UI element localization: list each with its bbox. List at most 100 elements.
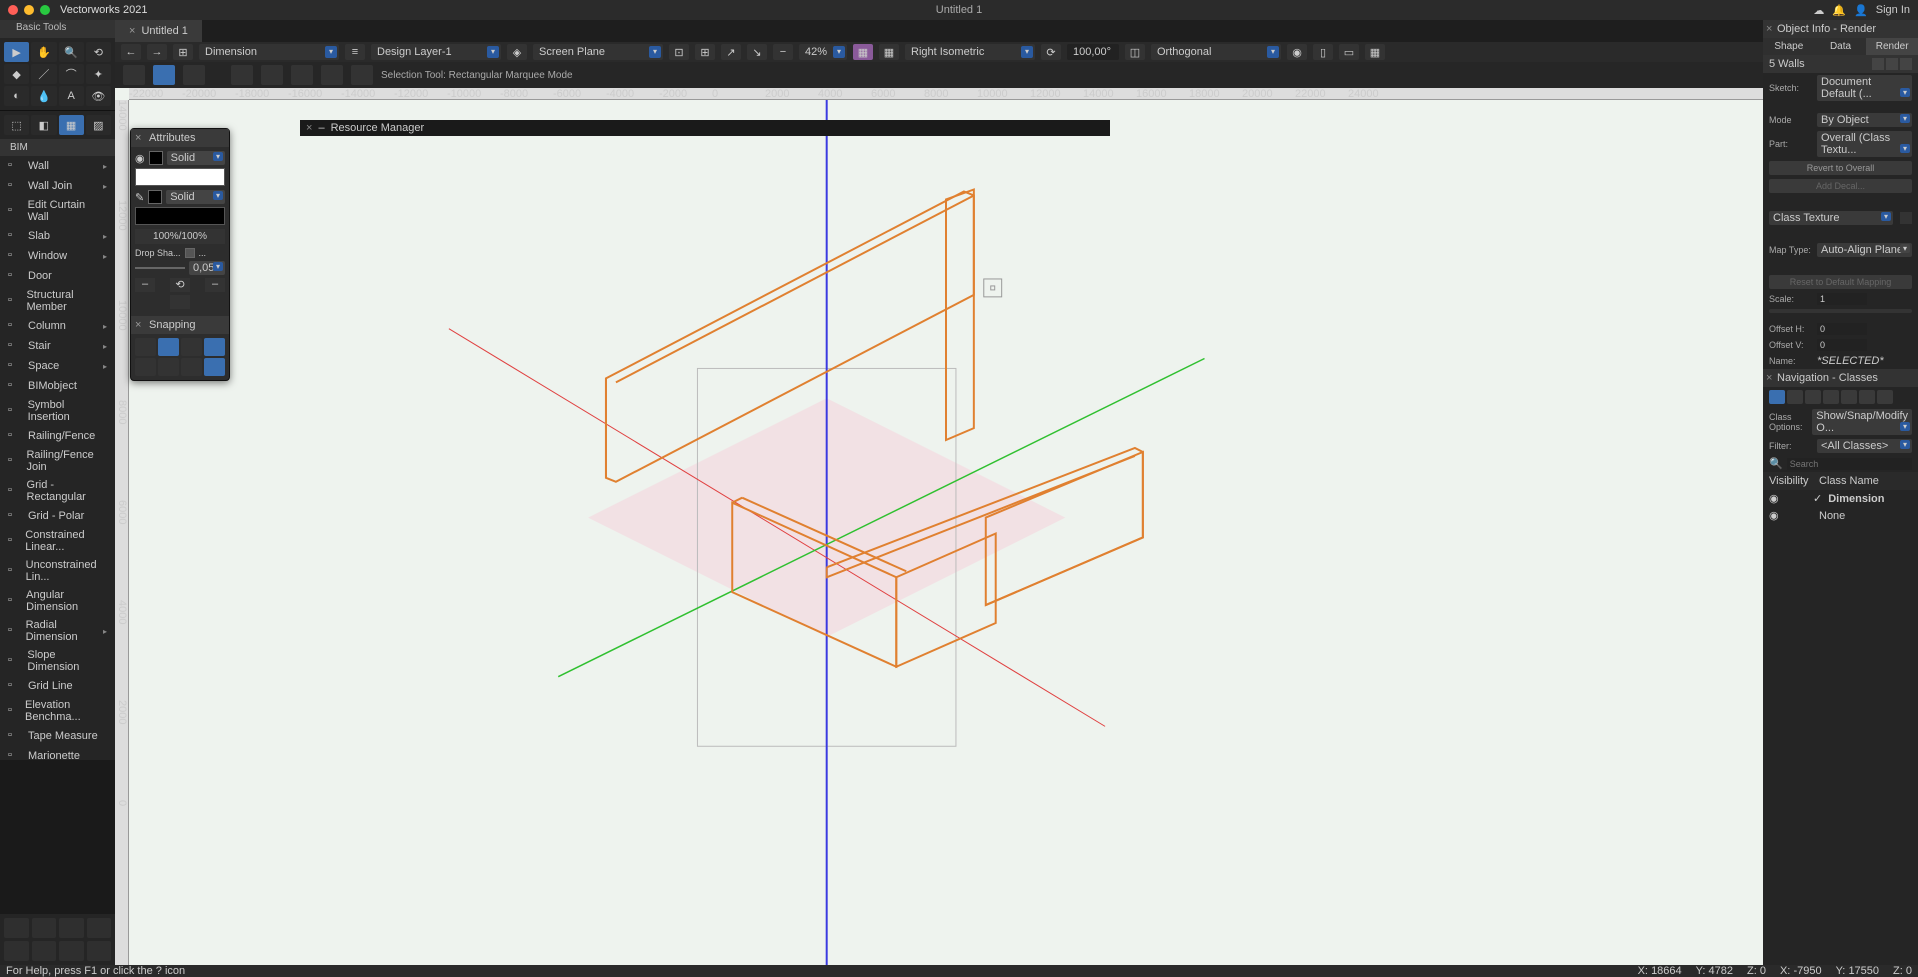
snap-6[interactable] — [158, 358, 179, 376]
tab-data[interactable]: Data — [1815, 38, 1867, 55]
bim-item[interactable]: ▫Stair▸ — [0, 336, 115, 356]
mini-3[interactable]: ▦ — [59, 115, 84, 135]
arrow-start[interactable]: – — [135, 278, 155, 292]
bim-item[interactable]: ▫Tape Measure — [0, 726, 115, 746]
link-icon[interactable]: ⟲ — [170, 278, 190, 292]
snap-8[interactable] — [204, 358, 225, 376]
class-row[interactable]: ◉✓Dimension — [1763, 490, 1918, 507]
offset-h-input[interactable] — [1817, 323, 1867, 335]
fit-icon[interactable]: ⊡ — [669, 44, 689, 60]
visibility-icon[interactable]: ◉ — [1769, 492, 1781, 505]
mode-dd[interactable]: By Object▾ — [1817, 113, 1912, 127]
opacity-display[interactable]: 100%/100% — [135, 229, 225, 244]
bim-item[interactable]: ▫Structural Member — [0, 286, 115, 316]
ql-6[interactable] — [32, 941, 57, 961]
menu-1[interactable] — [1872, 58, 1884, 70]
snap-4[interactable] — [204, 338, 225, 356]
mini-4[interactable]: ▨ — [86, 115, 111, 135]
document-tab[interactable]: × Untitled 1 — [115, 20, 202, 42]
selection-tool[interactable]: ▶ — [4, 42, 29, 62]
tool-attr[interactable]: ◐ — [4, 86, 29, 106]
bim-item[interactable]: ▫Angular Dimension — [0, 586, 115, 616]
bim-item[interactable]: ▫Grid - Rectangular — [0, 476, 115, 506]
ql-4[interactable] — [87, 918, 112, 938]
mode-7[interactable] — [321, 65, 343, 85]
bim-item[interactable]: ▫Elevation Benchma... — [0, 696, 115, 726]
view-dropdown[interactable]: Right Isometric▾ — [905, 44, 1035, 60]
snap-1[interactable] — [135, 338, 156, 356]
proj-icon[interactable]: ◫ — [1125, 44, 1145, 60]
bell-icon[interactable]: 🔔 — [1832, 4, 1846, 17]
tool-2d[interactable]: ◆ — [4, 64, 29, 84]
revert-button[interactable]: Revert to Overall — [1769, 161, 1912, 175]
ql-2[interactable] — [32, 918, 57, 938]
mode-2[interactable] — [153, 65, 175, 85]
pen-icon[interactable]: ✎ — [135, 191, 144, 204]
fill-mode-dd[interactable]: Solid▾ — [167, 151, 225, 165]
ql-1[interactable] — [4, 918, 29, 938]
split-a-icon[interactable]: ▯ — [1313, 44, 1333, 60]
visibility-icon[interactable]: ◉ — [1769, 509, 1781, 522]
ql-7[interactable] — [59, 941, 84, 961]
angle-input[interactable]: 100,00° — [1067, 44, 1119, 60]
menu-3[interactable] — [1900, 58, 1912, 70]
bim-item[interactable]: ▫Slope Dimension — [0, 646, 115, 676]
class-texture-dd[interactable]: Class Texture▾ — [1769, 211, 1893, 225]
zoom-tool[interactable]: 🔍 — [59, 42, 84, 62]
cloud-icon[interactable]: ☁ — [1813, 4, 1824, 17]
fill-icon[interactable]: ◉ — [135, 152, 145, 165]
ql-8[interactable] — [87, 941, 112, 961]
nav-title[interactable]: ×Navigation - Classes — [1763, 369, 1918, 387]
mode-1[interactable] — [123, 65, 145, 85]
snapping-title[interactable]: ×Snapping — [131, 316, 229, 334]
close-icon[interactable]: × — [306, 122, 312, 134]
reset-attr[interactable] — [170, 295, 190, 309]
fill-color[interactable] — [135, 168, 225, 186]
layer-icon[interactable]: ≡ — [345, 44, 365, 60]
scale-b-icon[interactable]: ↘ — [747, 44, 767, 60]
class-search-input[interactable] — [1787, 458, 1912, 470]
class-dropdown[interactable]: Dimension▾ — [199, 44, 339, 60]
zoom-dropdown[interactable]: 42%▾ — [799, 44, 847, 60]
projection-dropdown[interactable]: Orthogonal▾ — [1151, 44, 1281, 60]
tab-shape[interactable]: Shape — [1763, 38, 1815, 55]
user-icon[interactable]: 👤 — [1854, 4, 1868, 17]
pen-color[interactable] — [135, 207, 225, 225]
pen-mode-dd[interactable]: Solid▾ — [166, 190, 225, 204]
bim-item[interactable]: ▫Grid Line — [0, 676, 115, 696]
mini-1[interactable]: ⬚ — [4, 115, 29, 135]
rotate-icon[interactable]: ⟳ — [1041, 44, 1061, 60]
snap-5[interactable] — [135, 358, 156, 376]
fit2-icon[interactable]: ⊞ — [695, 44, 715, 60]
bim-item[interactable]: ▫Unconstrained Lin... — [0, 556, 115, 586]
minimize-icon[interactable]: – — [318, 122, 324, 134]
bim-item[interactable]: ▫Space▸ — [0, 356, 115, 376]
zoom-icon[interactable] — [40, 5, 50, 15]
scale-slider[interactable] — [1769, 309, 1912, 313]
attributes-title[interactable]: ×Attributes — [131, 129, 229, 147]
oip-title[interactable]: ×Object Info - Render — [1763, 20, 1918, 38]
split-c-icon[interactable]: ▦ — [1365, 44, 1385, 60]
nav-ic-7[interactable] — [1877, 390, 1893, 404]
render-icon[interactable]: ◉ — [1287, 44, 1307, 60]
fill-swatch[interactable] — [149, 151, 163, 165]
tab-render[interactable]: Render — [1866, 38, 1918, 55]
resource-manager-bar[interactable]: × – Resource Manager — [300, 120, 1110, 136]
back-button[interactable]: ← — [121, 44, 141, 60]
plane-dropdown[interactable]: Screen Plane▾ — [533, 44, 663, 60]
tool-arc[interactable]: ⌒ — [59, 64, 84, 84]
mode-3[interactable] — [183, 65, 205, 85]
scale-input[interactable] — [1817, 293, 1867, 305]
bim-item[interactable]: ▫Slab▸ — [0, 226, 115, 246]
offset-v-input[interactable] — [1817, 339, 1867, 351]
snap-7[interactable] — [181, 358, 202, 376]
scale-a-icon[interactable]: ↗ — [721, 44, 741, 60]
class-row[interactable]: ◉None — [1763, 507, 1918, 524]
arrow-end[interactable]: – — [205, 278, 225, 292]
unified-b-icon[interactable]: ▦ — [879, 44, 899, 60]
bim-item[interactable]: ▫Edit Curtain Wall — [0, 196, 115, 226]
tool-visibility[interactable]: 👁 — [86, 86, 111, 106]
mode-8[interactable] — [351, 65, 373, 85]
close-tab-icon[interactable]: × — [129, 25, 135, 37]
bim-item[interactable]: ▫Marionette — [0, 746, 115, 766]
